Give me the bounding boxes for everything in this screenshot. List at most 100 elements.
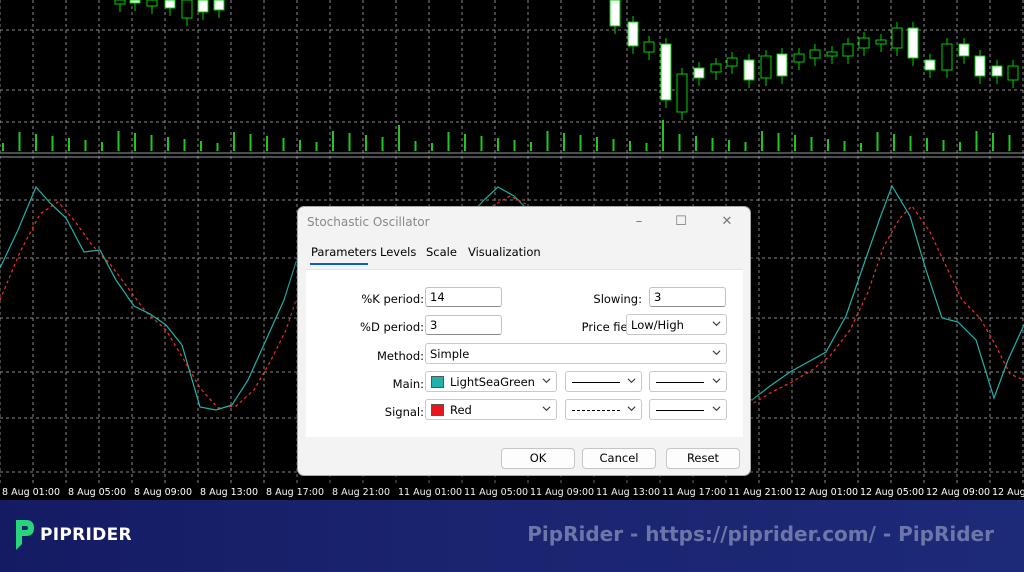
time-axis-label: 8 Aug 01:00 bbox=[2, 487, 61, 498]
brand-footer: PIPRIDER PipRider - https://piprider.com… bbox=[0, 500, 1024, 572]
line-width-sample bbox=[656, 382, 704, 383]
candle-body bbox=[842, 43, 854, 57]
line-width-sample bbox=[656, 410, 704, 411]
tab-levels[interactable]: Levels bbox=[380, 245, 416, 259]
k-period-label: %K period: bbox=[361, 292, 424, 306]
time-axis-label: 8 Aug 05:00 bbox=[68, 487, 127, 498]
parameters-panel: %K period: 14 Slowing: 3 %D period: 3 Pr… bbox=[306, 269, 743, 437]
signal-line-width-select[interactable] bbox=[649, 399, 727, 420]
chevron-down-icon bbox=[627, 378, 636, 384]
watermark-text: PipRider - https://piprider.com/ - PipRi… bbox=[527, 522, 994, 546]
main-color-select[interactable]: LightSeaGreen bbox=[425, 371, 557, 392]
method-label: Method: bbox=[376, 349, 424, 363]
pane-separator bbox=[0, 152, 1024, 158]
stochastic-oscillator-dialog: Stochastic Oscillator – ☐ ✕ Parameters L… bbox=[297, 206, 751, 476]
time-axis-label: 12 Aug 01:00 bbox=[794, 487, 859, 498]
slowing-label: Slowing: bbox=[593, 292, 642, 306]
candle-body bbox=[710, 63, 722, 73]
candle-body bbox=[660, 43, 672, 101]
candle-body bbox=[643, 41, 655, 53]
candle-body bbox=[146, 0, 158, 7]
solid-line-sample bbox=[572, 382, 620, 383]
candle-body bbox=[1007, 65, 1019, 81]
chevron-down-icon bbox=[712, 406, 721, 412]
candle-body bbox=[793, 53, 805, 63]
main-label: Main: bbox=[392, 377, 424, 391]
candle-body bbox=[609, 0, 621, 27]
chevron-down-icon bbox=[712, 378, 721, 384]
tab-visualization[interactable]: Visualization bbox=[468, 245, 541, 259]
chevron-down-icon bbox=[542, 406, 551, 412]
candle-body bbox=[676, 73, 688, 113]
time-axis-label: 12 Aug 05:00 bbox=[860, 487, 925, 498]
candle-body bbox=[941, 43, 953, 71]
signal-color-select[interactable]: Red bbox=[425, 399, 557, 420]
chevron-down-icon bbox=[627, 406, 636, 412]
candle-body bbox=[760, 55, 772, 79]
time-axis-label: 12 Aug 13:00 bbox=[992, 487, 1024, 498]
cancel-button[interactable]: Cancel bbox=[582, 448, 656, 469]
candle-body bbox=[197, 0, 209, 13]
time-axis-label: 8 Aug 13:00 bbox=[200, 487, 259, 498]
candlesticks bbox=[114, 0, 1019, 120]
candle-body bbox=[858, 37, 870, 49]
time-axis-label: 11 Aug 09:00 bbox=[530, 487, 595, 498]
candle-body bbox=[907, 27, 919, 59]
active-tab-indicator bbox=[310, 263, 368, 265]
price-field-select[interactable]: Low/High bbox=[626, 314, 727, 335]
candle-body bbox=[743, 59, 755, 81]
signal-line-style-select[interactable] bbox=[565, 399, 642, 420]
candle-body bbox=[164, 0, 176, 9]
time-axis-label: 11 Aug 21:00 bbox=[728, 487, 793, 498]
time-axis-label: 8 Aug 21:00 bbox=[332, 487, 391, 498]
signal-label: Signal: bbox=[384, 405, 424, 419]
minimize-icon[interactable]: – bbox=[628, 213, 650, 231]
d-period-label: %D period: bbox=[360, 320, 424, 334]
time-axis-label: 8 Aug 17:00 bbox=[266, 487, 325, 498]
candle-body bbox=[213, 0, 225, 11]
candle-body bbox=[726, 57, 738, 67]
main-line-width-select[interactable] bbox=[649, 371, 727, 392]
close-icon[interactable]: ✕ bbox=[716, 213, 738, 231]
candle-body bbox=[991, 65, 1003, 77]
candle-body bbox=[129, 0, 141, 4]
tab-parameters[interactable]: Parameters bbox=[311, 245, 377, 259]
candle-body bbox=[974, 55, 986, 77]
main-line-style-select[interactable] bbox=[565, 371, 642, 392]
main-color-swatch bbox=[431, 376, 444, 388]
time-axis-label: 11 Aug 05:00 bbox=[464, 487, 529, 498]
chevron-down-icon bbox=[712, 350, 721, 356]
piprider-logo-icon bbox=[16, 520, 34, 550]
chevron-down-icon bbox=[542, 378, 551, 384]
k-period-input[interactable]: 14 bbox=[425, 287, 502, 307]
ok-button[interactable]: OK bbox=[501, 448, 575, 469]
dialog-title: Stochastic Oscillator bbox=[307, 215, 430, 229]
candle-body bbox=[958, 43, 970, 57]
candle-body bbox=[181, 0, 193, 19]
maximize-icon[interactable]: ☐ bbox=[670, 213, 692, 231]
candle-body bbox=[875, 39, 887, 45]
volume-bars bbox=[2, 120, 1011, 151]
candle-body bbox=[776, 53, 788, 77]
time-axis-label: 11 Aug 17:00 bbox=[662, 487, 727, 498]
tab-scale[interactable]: Scale bbox=[426, 245, 457, 259]
time-axis-label: 11 Aug 01:00 bbox=[398, 487, 463, 498]
candle-body bbox=[891, 27, 903, 49]
candle-body bbox=[693, 67, 705, 79]
candle-body bbox=[826, 51, 838, 57]
slowing-input[interactable]: 3 bbox=[649, 287, 726, 307]
d-period-input[interactable]: 3 bbox=[425, 315, 502, 335]
candle-body bbox=[924, 59, 936, 71]
method-select[interactable]: Simple bbox=[425, 343, 727, 364]
time-axis-label: 11 Aug 13:00 bbox=[596, 487, 661, 498]
candle-body bbox=[627, 21, 639, 47]
piprider-logo[interactable]: PIPRIDER bbox=[12, 518, 132, 552]
candle-body bbox=[114, 0, 126, 5]
logo-text: PIPRIDER bbox=[40, 525, 132, 545]
reset-button[interactable]: Reset bbox=[666, 448, 740, 469]
signal-color-swatch bbox=[431, 404, 444, 416]
dashed-line-sample bbox=[572, 410, 620, 411]
time-axis-label: 12 Aug 09:00 bbox=[926, 487, 991, 498]
time-axis-label: 8 Aug 09:00 bbox=[134, 487, 193, 498]
candle-body bbox=[809, 49, 821, 59]
